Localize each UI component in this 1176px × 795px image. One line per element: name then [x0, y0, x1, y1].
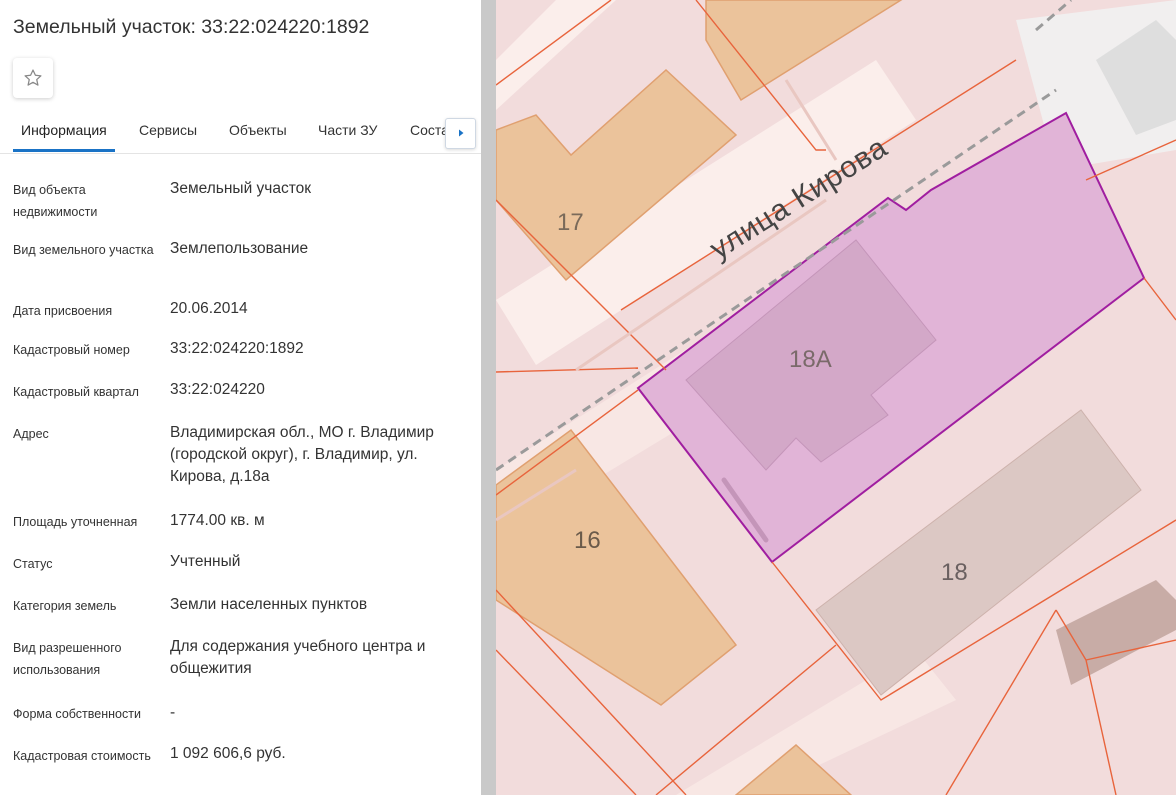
field-value-address: Владимирская обл., МО г. Владимир (город…	[170, 424, 434, 485]
chevron-right-icon	[456, 125, 466, 143]
tab-composition[interactable]: Соста	[410, 122, 449, 138]
field-value-object-type: Земельный участок	[170, 180, 312, 197]
panel-resize-handle[interactable]	[481, 0, 496, 795]
field-value-assignment-date: 20.06.2014	[170, 300, 248, 317]
field-value-land-category: Земли населенных пунктов	[170, 596, 368, 613]
tab-parts[interactable]: Части ЗУ	[318, 122, 377, 138]
building-label-17: 17	[557, 209, 584, 236]
field-label-status: Статус	[13, 557, 53, 571]
active-tab-indicator	[13, 149, 115, 152]
info-panel: Земельный участок: 33:22:024220:1892 Инф…	[0, 0, 481, 795]
tab-objects[interactable]: Объекты	[229, 122, 287, 138]
field-value-permitted-use: Для содержания учебного центра и общежит…	[170, 638, 426, 677]
tab-information[interactable]: Информация	[21, 122, 107, 138]
field-label-permitted-use: Вид разрешенного использования	[13, 641, 122, 677]
tab-scroll-right-button[interactable]	[445, 118, 476, 149]
building-label-18a: 18А	[789, 346, 832, 373]
field-value-ownership: -	[170, 704, 176, 721]
field-label-area: Площадь уточненная	[13, 515, 138, 529]
field-value-area: 1774.00 кв. м	[170, 512, 265, 529]
field-label-assignment-date: Дата присвоения	[13, 304, 113, 318]
field-value-land-type: Землепользование	[170, 240, 309, 257]
field-label-land-category: Категория земель	[13, 599, 117, 613]
map-canvas[interactable]: улица Кирова 17 18А 16 18	[496, 0, 1176, 795]
field-label-cadastral-quarter: Кадастровый квартал	[13, 385, 139, 399]
star-outline-icon	[23, 68, 43, 88]
tab-bar: Информация Сервисы Объекты Части ЗУ Сост…	[0, 108, 481, 154]
field-label-address: Адрес	[13, 427, 49, 441]
field-value-cadastral-number: 33:22:024220:1892	[170, 340, 304, 357]
field-value-status: Учтенный	[170, 553, 241, 570]
field-label-object-type: Вид объекта недвижимости	[13, 183, 98, 219]
page-title: Земельный участок: 33:22:024220:1892	[13, 16, 370, 38]
cadastral-map[interactable]: улица Кирова 17 18А 16 18	[496, 0, 1176, 795]
building-label-16: 16	[574, 527, 601, 554]
building-label-18: 18	[941, 559, 968, 586]
field-label-ownership: Форма собственности	[13, 707, 141, 721]
tab-services[interactable]: Сервисы	[139, 122, 197, 138]
favorite-button[interactable]	[13, 58, 53, 98]
field-label-cadastral-value: Кадастровая стоимость	[13, 749, 151, 763]
field-label-land-type: Вид земельного участка	[13, 243, 154, 257]
field-value-cadastral-quarter: 33:22:024220	[170, 381, 265, 398]
field-value-cadastral-value: 1 092 606,6 руб.	[170, 745, 286, 762]
field-label-cadastral-number: Кадастровый номер	[13, 343, 130, 357]
